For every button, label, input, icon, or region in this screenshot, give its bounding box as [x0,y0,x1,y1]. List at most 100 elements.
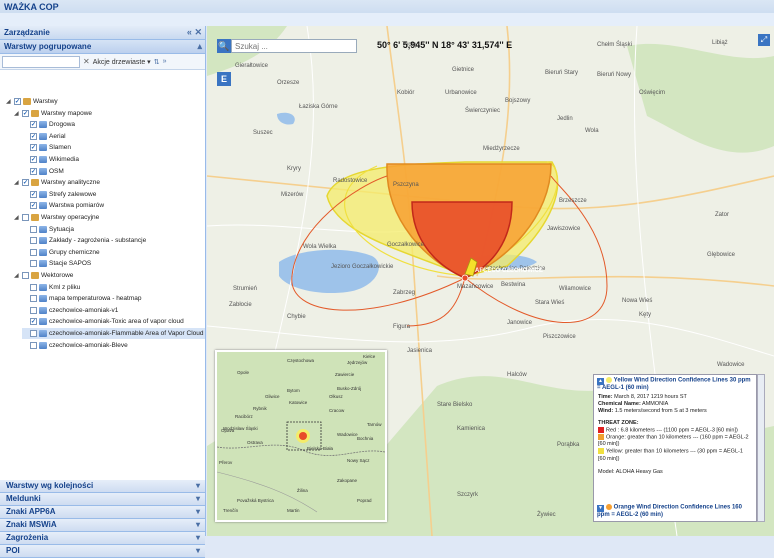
tree-node-label: Grupy chemiczne [49,248,100,256]
tree-node[interactable]: ✓ Slamen [22,142,71,153]
layer-filter-input[interactable] [2,55,80,68]
expand-arrow-icon[interactable]: ◢ [6,98,12,105]
minimap-place-label: Zawiercie [335,372,355,377]
tree-node[interactable]: ◢ ✓ Warstwy mapowe [14,108,92,119]
chevron-down-icon[interactable]: ▾ [196,507,200,516]
layer-checkbox[interactable]: ✓ [30,121,37,129]
close-icon[interactable]: ✕ [194,27,202,37]
expand-all-icon[interactable]: ⇅ [154,58,160,66]
tree-node[interactable]: ◢ ✓ Warstwy analityczne [14,177,100,188]
tree-node[interactable]: ✓ Strefy zalewowe [22,189,96,200]
layer-icon [39,132,47,140]
tree-node[interactable]: mapa temperaturowa - heatmap [22,293,142,304]
accordion-header[interactable]: Znaki APP6A ▾ [0,506,205,519]
chevron-down-icon[interactable]: ▾ [196,481,200,490]
more-icon[interactable]: » [163,58,167,65]
layer-checkbox[interactable] [30,295,37,303]
layer-checkbox[interactable] [30,237,37,245]
tree-node[interactable]: Kml z pliku [22,282,80,293]
tree-node[interactable]: ✓ Wikimedia [22,154,79,165]
layer-checkbox[interactable]: ✓ [30,144,37,152]
layer-checkbox[interactable]: ✓ [22,109,29,117]
fullscreen-icon[interactable]: ⤢ [758,34,770,46]
popup-scrollbar[interactable] [757,374,765,522]
map-view[interactable]: GliwiceTychyChełm ŚląskiLibiążOrzeszeGie… [207,26,774,536]
layer-checkbox[interactable] [30,283,37,291]
expand-arrow-icon[interactable]: ◢ [14,110,20,117]
place-label: Chybie [287,314,306,320]
place-label: Suszec [253,130,273,136]
search-input[interactable] [231,39,357,53]
place-label: Jezioro Goczałkowickie [331,264,394,270]
layer-icon [39,283,47,291]
layer-checkbox[interactable] [30,225,37,233]
layer-checkbox[interactable] [30,248,37,256]
wind-label: Wind: [598,407,614,414]
accordion-header[interactable]: Zagrożenia ▾ [0,532,205,545]
layer-checkbox[interactable] [30,306,37,314]
tree-node[interactable]: ◢ ✓ Warstwy [6,96,58,107]
chevron-down-icon[interactable]: ▾ [196,520,200,529]
tree-node[interactable]: ✓ Drogowa [22,119,75,130]
expand-popup-icon[interactable]: ▼ [597,505,604,512]
collapse-icon[interactable]: « [187,27,192,37]
layer-icon [39,167,47,175]
clear-filter-icon[interactable]: ✕ [83,57,90,66]
tree-node[interactable]: ◢ Warstwy operacyjne [14,212,99,223]
layer-checkbox[interactable] [30,341,37,349]
layer-checkbox[interactable] [30,260,37,268]
tree-node[interactable]: Zakłady - zagrożenia - substancje [22,235,146,246]
tree-node[interactable]: czechowice-amoniak-Flammable Area of Vap… [22,328,205,339]
chevron-up-icon[interactable]: ▴ [197,41,202,52]
layer-checkbox[interactable]: ✓ [30,190,37,198]
tree-node[interactable]: Stacje SAPOS [22,258,91,269]
layer-checkbox[interactable] [22,272,29,279]
tree-node[interactable]: ✓ OSM [22,166,64,177]
layer-icon [39,330,47,337]
layer-checkbox[interactable]: ✓ [30,132,37,140]
accordion-header[interactable]: Warstwy wg kolejności ▾ [0,480,205,493]
tree-actions-button[interactable]: Akcje drzewiaste ▾ [93,58,151,66]
expand-arrow-icon[interactable]: ◢ [14,179,20,186]
tree-node-label: Warstwy operacyjne [41,214,100,221]
place-label: Stara Wieś [535,300,564,306]
tree-node[interactable]: ✓ czechowice-amoniak-Toxic area of vapor … [22,316,184,327]
layer-checkbox[interactable]: ✓ [30,202,37,210]
expand-arrow-icon[interactable]: ◢ [14,272,20,279]
layer-checkbox[interactable]: ✓ [14,98,21,105]
layer-checkbox[interactable]: ✓ [30,167,37,175]
chevron-down-icon[interactable]: ▾ [196,546,200,555]
tree-node[interactable]: Grupy chemiczne [22,247,100,258]
tree-node[interactable]: czechowice-amoniak-Bleve [22,340,128,351]
edit-button[interactable]: E [217,72,231,86]
tree-node[interactable]: ◢ Wektorowe [14,270,73,281]
layer-checkbox[interactable]: ✓ [22,179,29,187]
expand-arrow-icon[interactable]: ◢ [14,214,20,221]
tree-node-label: czechowice-amoniak-Flammable Area of Vap… [49,330,204,337]
accordion-header[interactable]: POI ▾ [0,545,205,558]
tree-node[interactable]: czechowice-amoniak-v1 [22,305,118,316]
chevron-down-icon[interactable]: ▾ [196,533,200,542]
collapse-popup-icon[interactable]: ▲ [597,377,604,385]
layer-icon [39,121,47,129]
tree-node[interactable]: Sytuacja [22,224,74,235]
overview-minimap[interactable]: Częstochowa Opole Katowice Cracow Bielsko-Bi… [215,350,387,522]
popup-title-2: Orange Wind Direction Confidence Lines 1… [597,505,742,518]
layer-checkbox[interactable]: ✓ [30,156,37,163]
tree-node[interactable]: ✓ Aerial [22,131,66,142]
grouped-layers-header[interactable]: Warstwy pogrupowane ▴ [0,40,205,54]
layer-checkbox[interactable] [22,214,29,221]
layer-checkbox[interactable] [30,330,37,337]
search-icon[interactable]: 🔍 [217,39,231,53]
place-label: Kryry [287,166,301,172]
place-label: Piszczowice [543,334,576,340]
chevron-down-icon[interactable]: ▾ [196,494,200,503]
sidebar-accordions: Warstwy wg kolejności ▾ Meldunki ▾ Znaki APP… [0,480,205,558]
tree-node[interactable]: ✓ Warstwa pomiarów [22,200,104,211]
accordion-header[interactable]: Meldunki ▾ [0,493,205,506]
tree-node-label: Zakłady - zagrożenia - substancje [49,237,147,245]
place-label: Nowa Wieś [622,298,652,304]
accordion-header[interactable]: Znaki MSWiA ▾ [0,519,205,532]
layer-checkbox[interactable]: ✓ [30,318,37,326]
minimap-canvas[interactable]: Częstochowa Opole Katowice Cracow Bielsko-Bi… [217,352,385,520]
